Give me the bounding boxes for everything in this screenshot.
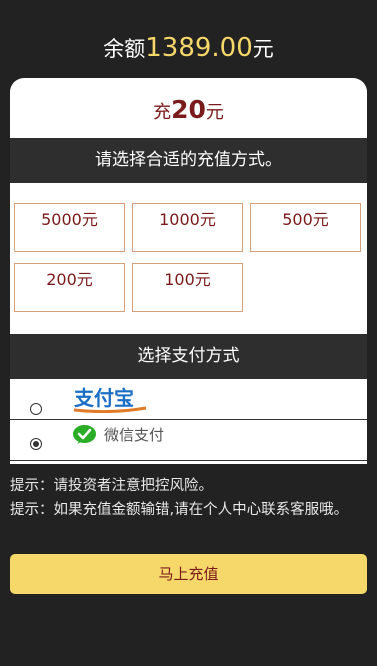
balance-amount: 1389.00 — [145, 33, 253, 63]
tip-risk: 提示：请投资者注意把控风险。 — [10, 478, 213, 494]
choose-payment-header: 选择支付方式 — [10, 334, 367, 379]
amount-option-100[interactable]: 100元 — [132, 263, 243, 312]
amount-option-5000[interactable]: 5000元 — [14, 203, 125, 252]
tip-contact: 提示：如果充值金额输错,请在个人中心联系客服哦。 — [10, 502, 349, 518]
amount-option-200[interactable]: 200元 — [14, 263, 125, 312]
wechat-pay-label: 微信支付 — [104, 426, 165, 444]
payment-option-alipay[interactable]: 支付宝 — [10, 379, 367, 420]
payment-option-wechat[interactable]: 微信支付 — [10, 420, 367, 461]
recharge-submit-button[interactable]: 马上充值 — [10, 554, 367, 594]
amount-option-1000[interactable]: 1000元 — [132, 203, 243, 252]
balance-display: 余额1389.00元 — [0, 30, 377, 67]
recharge-amount-display: 充20元 — [10, 78, 367, 138]
alipay-radio[interactable] — [30, 403, 42, 415]
svg-text:支付宝: 支付宝 — [74, 386, 134, 410]
amount-option-500[interactable]: 500元 — [250, 203, 361, 252]
recharge-label: 充 — [153, 102, 172, 123]
balance-unit: 元 — [252, 37, 274, 61]
balance-label: 余额 — [103, 37, 146, 61]
recharge-amount: 20 — [171, 95, 206, 124]
recharge-unit: 元 — [205, 102, 224, 123]
amount-options-grid: 5000元 1000元 500元 200元 100元 — [10, 183, 367, 334]
recharge-card: 充20元 请选择合适的充值方式。 5000元 1000元 500元 200元 1… — [10, 78, 367, 464]
alipay-logo-icon: 支付宝 — [73, 386, 147, 413]
wechat-pay-icon — [73, 425, 96, 444]
wechat-radio[interactable] — [30, 438, 42, 450]
choose-amount-header: 请选择合适的充值方式。 — [10, 138, 367, 183]
tips-section: 提示：请投资者注意把控风险。 提示：如果充值金额输错,请在个人中心联系客服哦。 — [10, 474, 367, 522]
